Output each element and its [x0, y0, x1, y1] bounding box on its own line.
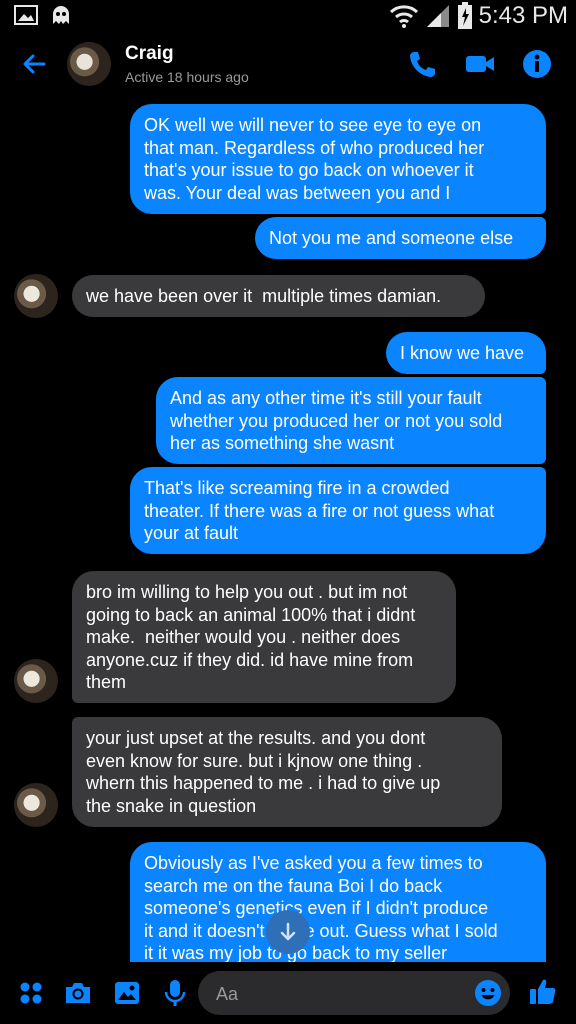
- scroll-to-bottom-button[interactable]: [266, 910, 310, 954]
- info-icon[interactable]: [521, 48, 553, 80]
- wifi-icon: [389, 5, 418, 28]
- contact-avatar-small[interactable]: [14, 274, 58, 318]
- camera-icon[interactable]: [63, 978, 93, 1008]
- conversation-header: Craig Active 18 hours ago: [0, 32, 576, 98]
- signal-icon: [426, 5, 449, 27]
- message-composer: [0, 962, 576, 1024]
- message-thread[interactable]: OK well we will never to see eye to eye …: [0, 98, 576, 962]
- phone-icon[interactable]: [406, 48, 438, 80]
- like-thumb-icon[interactable]: [528, 976, 558, 1006]
- message-bubble-incoming[interactable]: we have been over it multiple times dami…: [72, 275, 485, 317]
- picture-notification-icon: [14, 5, 38, 25]
- menu-dots-icon[interactable]: [16, 978, 46, 1008]
- message-bubble-outgoing[interactable]: Not you me and someone else: [255, 217, 546, 259]
- video-camera-icon[interactable]: [464, 48, 496, 80]
- battery-icon: [457, 2, 472, 29]
- message-bubble-outgoing[interactable]: I know we have: [386, 332, 546, 374]
- message-bubble-outgoing[interactable]: OK well we will never to see eye to eye …: [130, 104, 546, 214]
- status-bar: 5:43 PM: [0, 0, 576, 32]
- message-input-container[interactable]: [198, 971, 510, 1017]
- back-arrow-icon[interactable]: [18, 48, 50, 80]
- message-input[interactable]: [214, 971, 468, 1017]
- contact-name[interactable]: Craig: [125, 43, 174, 65]
- message-bubble-outgoing[interactable]: And as any other time it's still your fa…: [156, 377, 546, 464]
- scroll-down-arrow-icon: [280, 922, 296, 941]
- microphone-icon[interactable]: [160, 978, 190, 1008]
- status-time: 5:43 PM: [478, 2, 568, 29]
- message-bubble-incoming[interactable]: your just upset at the results. and you …: [72, 717, 502, 827]
- message-bubble-incoming[interactable]: bro im willing to help you out . but im …: [72, 571, 456, 703]
- gallery-icon[interactable]: [112, 978, 142, 1008]
- message-bubble-outgoing[interactable]: That's like screaming fire in a crowded …: [130, 467, 546, 554]
- emoji-icon[interactable]: [474, 979, 502, 1007]
- message-bubble-outgoing[interactable]: Obviously as I've asked you a few times …: [130, 842, 546, 962]
- contact-active-status: Active 18 hours ago: [125, 69, 249, 85]
- ghost-notification-icon: [53, 6, 69, 24]
- contact-avatar-small[interactable]: [14, 659, 58, 703]
- contact-avatar-small[interactable]: [14, 783, 58, 827]
- contact-avatar[interactable]: [67, 42, 111, 86]
